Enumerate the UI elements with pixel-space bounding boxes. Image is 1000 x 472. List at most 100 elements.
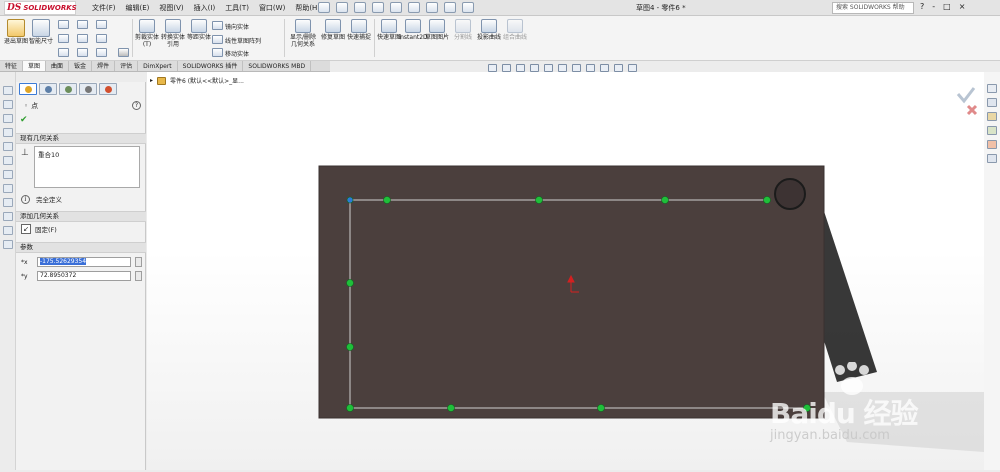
- display-relations-button[interactable]: 显示/删除几何关系: [288, 19, 318, 48]
- linear-pattern-icon[interactable]: [212, 35, 223, 44]
- display-style-icon[interactable]: [572, 64, 581, 72]
- menu-edit[interactable]: 编辑(E): [126, 3, 150, 13]
- view-orientation-icon[interactable]: [558, 64, 567, 72]
- sketch-point[interactable]: [346, 279, 354, 287]
- appearances-icon[interactable]: [987, 140, 997, 149]
- tab-evaluate[interactable]: 评估: [115, 61, 139, 71]
- strip-tool-icon[interactable]: [3, 100, 13, 109]
- mirror-icon[interactable]: [212, 21, 223, 30]
- param-y-input[interactable]: 72.8950372: [37, 271, 131, 281]
- configuration-manager-tab[interactable]: [59, 83, 77, 95]
- add-relations-header[interactable]: 添加几何关系: [16, 211, 146, 222]
- help-search-input[interactable]: 搜索 SOLIDWORKS 帮助: [832, 2, 914, 14]
- linear-pattern-label[interactable]: 线性草图阵列: [225, 36, 261, 45]
- close-button[interactable]: ×: [959, 2, 966, 11]
- cancel-x-icon[interactable]: [966, 104, 978, 116]
- slot-icon[interactable]: [58, 48, 69, 57]
- relation-item[interactable]: 重合10: [38, 149, 136, 159]
- menu-window[interactable]: 窗口(W): [259, 3, 285, 13]
- strip-tool-icon[interactable]: [3, 128, 13, 137]
- view-palette-icon[interactable]: [987, 126, 997, 135]
- line-icon[interactable]: [58, 20, 69, 29]
- tab-sheet-metal[interactable]: 钣金: [69, 61, 93, 71]
- strip-tool-icon[interactable]: [3, 114, 13, 123]
- tab-sketch[interactable]: 草图: [23, 61, 47, 71]
- tab-features[interactable]: 特征: [0, 61, 24, 71]
- edit-appearance-icon[interactable]: [600, 64, 609, 72]
- dynamic-annotation-icon[interactable]: [544, 64, 553, 72]
- rectangle-icon[interactable]: [58, 34, 69, 43]
- parameters-header[interactable]: 参数: [16, 242, 146, 253]
- menu-help[interactable]: 帮助(H): [295, 3, 320, 13]
- strip-tool-icon[interactable]: [3, 226, 13, 235]
- save-icon[interactable]: [354, 2, 366, 13]
- property-manager-tab[interactable]: [19, 83, 37, 95]
- ellipse-icon[interactable]: [96, 34, 107, 43]
- open-document-icon[interactable]: [336, 2, 348, 13]
- dimxpert-manager-tab[interactable]: [79, 83, 97, 95]
- select-icon[interactable]: [408, 2, 420, 13]
- smart-dimension-button[interactable]: 智能尺寸: [28, 19, 54, 45]
- circle-icon[interactable]: [77, 20, 88, 29]
- fix-relation-row[interactable]: ↙ 固定(F): [21, 224, 57, 234]
- param-x-spinner[interactable]: [135, 257, 142, 267]
- repair-sketch-button[interactable]: 修复草图: [320, 19, 346, 41]
- feature-breadcrumb[interactable]: ▸ 零件6 (默认<<默认>_显...: [150, 76, 244, 85]
- polygon-icon[interactable]: [77, 48, 88, 57]
- sketch-point[interactable]: [447, 404, 455, 412]
- tab-surfaces[interactable]: 曲面: [46, 61, 70, 71]
- spline-icon[interactable]: [96, 20, 107, 29]
- offset-entities-button[interactable]: 等距实体: [186, 19, 212, 41]
- file-properties-icon[interactable]: [444, 2, 456, 13]
- view-settings-icon[interactable]: [628, 64, 637, 72]
- minimize-button[interactable]: -: [932, 2, 935, 11]
- tab-dimxpert[interactable]: DimXpert: [138, 61, 178, 71]
- strip-tool-icon[interactable]: [3, 212, 13, 221]
- hide-show-items-icon[interactable]: [586, 64, 595, 72]
- sketch-point[interactable]: [597, 404, 605, 412]
- cylinder-pin[interactable]: [774, 178, 806, 210]
- strip-tool-icon[interactable]: [3, 170, 13, 179]
- apply-scene-icon[interactable]: [614, 64, 623, 72]
- solidworks-logo[interactable]: DS SOLIDWORKS: [4, 1, 77, 15]
- sketch-point[interactable]: [535, 196, 543, 204]
- custom-properties-icon[interactable]: [987, 154, 997, 163]
- new-document-icon[interactable]: [318, 2, 330, 13]
- menu-insert[interactable]: 插入(I): [194, 3, 216, 13]
- point-icon[interactable]: [118, 48, 129, 57]
- sketch-point[interactable]: [346, 343, 354, 351]
- move-entities-label[interactable]: 移动实体: [225, 49, 249, 58]
- strip-tool-icon[interactable]: [3, 142, 13, 151]
- previous-view-icon[interactable]: [516, 64, 525, 72]
- projected-curve-button[interactable]: 投影曲线: [476, 19, 502, 41]
- existing-relations-list[interactable]: 重合10: [34, 146, 140, 188]
- move-entities-icon[interactable]: [212, 48, 223, 57]
- zoom-to-area-icon[interactable]: [502, 64, 511, 72]
- existing-relations-header[interactable]: 现有几何关系: [16, 133, 146, 144]
- quick-snaps-button[interactable]: 快速捕捉: [346, 19, 372, 41]
- convert-entities-button[interactable]: 转换实体引用: [160, 19, 186, 48]
- rebuild-icon[interactable]: [426, 2, 438, 13]
- composite-curve-button[interactable]: 组合曲线: [502, 19, 528, 41]
- menu-view[interactable]: 视图(V): [159, 3, 183, 13]
- sketch-point[interactable]: [383, 196, 391, 204]
- mirror-entities-label[interactable]: 镜向实体: [225, 22, 249, 31]
- strip-tool-icon[interactable]: [3, 240, 13, 249]
- solidworks-resources-icon[interactable]: [987, 84, 997, 93]
- options-gear-icon[interactable]: [462, 2, 474, 13]
- ok-check-icon[interactable]: ✔: [20, 115, 28, 125]
- display-manager-tab[interactable]: [99, 83, 117, 95]
- split-line-button[interactable]: 分割线: [450, 19, 476, 41]
- tab-solidworks-addins[interactable]: SOLIDWORKS 插件: [178, 61, 244, 71]
- sketch-point[interactable]: [346, 404, 354, 412]
- zoom-to-fit-icon[interactable]: [488, 64, 497, 72]
- tab-weldments[interactable]: 焊件: [92, 61, 116, 71]
- menu-file[interactable]: 文件(F): [92, 3, 116, 13]
- trim-entities-button[interactable]: 剪裁实体(T): [134, 19, 160, 48]
- menu-tools[interactable]: 工具(T): [225, 3, 249, 13]
- param-x-input[interactable]: -175.52629354: [37, 257, 131, 267]
- instant2d-button[interactable]: Instant2D: [398, 19, 428, 41]
- fillet-icon[interactable]: [96, 48, 107, 57]
- tab-solidworks-mbd[interactable]: SOLIDWORKS MBD: [243, 61, 312, 71]
- help-button[interactable]: ?: [920, 2, 924, 11]
